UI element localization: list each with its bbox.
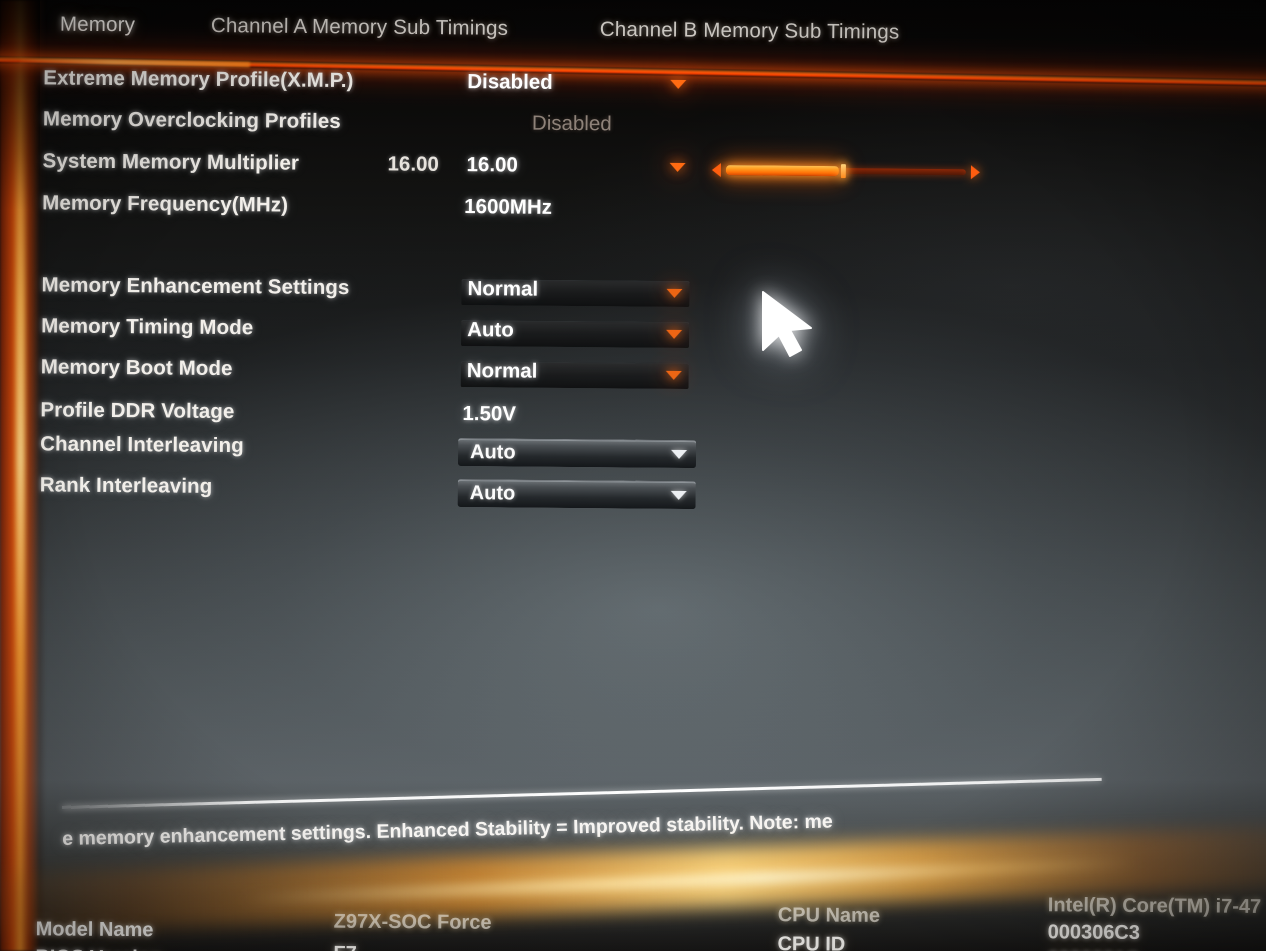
row-value: Disabled xyxy=(531,111,612,136)
slider-right-arrow-icon[interactable] xyxy=(970,165,980,180)
status-bar: Model Name Z97X-SOC Force BIOS Version F… xyxy=(0,880,1266,951)
row-memory-timing-mode[interactable]: Memory Timing Mode Auto xyxy=(0,314,1097,358)
chevron-down-icon xyxy=(671,449,688,460)
dropdown-rank-interleaving[interactable]: Auto xyxy=(457,479,696,510)
slider-fill xyxy=(725,165,839,177)
bios-screen: Memory Channel A Memory Sub Timings Chan… xyxy=(0,0,1266,951)
row-label: Extreme Memory Profile(X.M.P.) xyxy=(43,66,354,93)
status-cpu-id-value: 000306C3 xyxy=(1047,921,1141,944)
row-label: Channel Interleaving xyxy=(40,432,244,458)
status-bios-version-label: BIOS Version xyxy=(35,946,162,951)
row-memory-enhancement-settings[interactable]: Memory Enhancement Settings Normal xyxy=(0,273,1098,317)
settings-list: Extreme Memory Profile(X.M.P.) Disabled … xyxy=(0,0,1266,571)
dropdown-channel-interleaving[interactable]: Auto xyxy=(457,438,697,469)
row-label: Rank Interleaving xyxy=(39,473,213,498)
row-label: Memory Timing Mode xyxy=(41,314,254,340)
dropdown-value: Auto xyxy=(469,441,516,464)
row-label: Memory Frequency(MHz) xyxy=(42,191,289,217)
slider-left-arrow-icon[interactable] xyxy=(711,162,721,178)
chevron-down-icon xyxy=(666,288,683,298)
dropdown-value: Auto xyxy=(469,482,516,505)
chevron-down-icon xyxy=(665,370,682,380)
row-value: Normal xyxy=(466,359,538,383)
chevron-down-icon[interactable] xyxy=(670,79,687,89)
row-memory-boot-mode[interactable]: Memory Boot Mode Normal xyxy=(0,355,1097,399)
row-rank-interleaving[interactable]: Rank Interleaving Auto xyxy=(0,473,1096,517)
status-cpu-name-label: CPU Name xyxy=(777,904,881,927)
status-model-name-label: Model Name xyxy=(35,918,154,942)
row-value: 1.50V xyxy=(462,402,517,426)
row-value: 16.00 xyxy=(466,153,518,177)
row-extreme-memory-profile[interactable]: Extreme Memory Profile(X.M.P.) Disabled xyxy=(0,66,1099,110)
row-memory-frequency: Memory Frequency(MHz) 1600MHz xyxy=(0,191,1098,235)
row-current-value: 16.00 xyxy=(387,152,439,176)
chevron-down-icon[interactable] xyxy=(669,162,686,172)
slider-thumb[interactable] xyxy=(840,164,846,179)
row-label: Profile DDR Voltage xyxy=(40,398,235,424)
status-cpu-name-value: Intel(R) Core(TM) i7-47 xyxy=(1047,894,1262,918)
help-text: e memory enhancement settings. Enhanced … xyxy=(62,810,833,850)
row-value: Normal xyxy=(467,277,539,301)
row-value: Disabled xyxy=(467,70,553,94)
status-cpu-id-label: CPU ID xyxy=(777,933,846,951)
row-label: Memory Boot Mode xyxy=(40,355,233,381)
row-label: System Memory Multiplier xyxy=(42,149,300,175)
status-model-name-value: Z97X-SOC Force xyxy=(333,910,492,934)
status-bios-version-value: F7 xyxy=(333,943,357,951)
row-memory-overclocking-profiles: Memory Overclocking Profiles Disabled xyxy=(0,107,1099,151)
help-divider xyxy=(62,777,1102,809)
chevron-down-icon xyxy=(666,329,683,339)
row-value: 1600MHz xyxy=(464,195,553,219)
row-label: Memory Overclocking Profiles xyxy=(42,107,341,133)
row-label: Memory Enhancement Settings xyxy=(41,273,350,300)
system-memory-multiplier-slider[interactable] xyxy=(711,160,980,182)
chevron-down-icon xyxy=(670,490,687,501)
row-value: Auto xyxy=(467,318,514,342)
